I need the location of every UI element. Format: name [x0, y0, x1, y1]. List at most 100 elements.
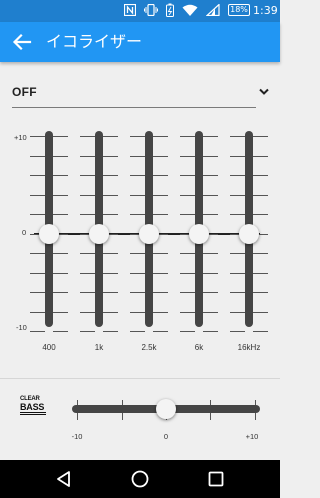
- eq-band-1[interactable]: 1k: [74, 116, 124, 366]
- eq-tick: [203, 136, 218, 137]
- stamina-icon: [166, 3, 174, 17]
- eq-tick: [103, 253, 118, 254]
- eq-tick: [80, 175, 95, 176]
- eq-tick: [253, 194, 268, 196]
- eq-tick: [53, 175, 68, 176]
- eq-tick: [153, 331, 168, 332]
- eq-tick: [80, 155, 95, 157]
- preset-selected-value: OFF: [12, 85, 37, 99]
- eq-tick: [153, 136, 168, 137]
- eq-tick: [53, 214, 68, 215]
- eq-tick: [153, 214, 168, 215]
- back-triangle-icon[interactable]: [54, 469, 74, 489]
- eq-tick: [203, 311, 218, 313]
- eq-tick: [180, 292, 195, 293]
- eq-tick: [253, 331, 268, 332]
- eq-tick: [180, 253, 195, 254]
- eq-slider-knob[interactable]: [89, 223, 109, 244]
- eq-tick: [30, 272, 45, 274]
- clock: 1:39: [253, 4, 278, 17]
- chevron-down-icon[interactable]: [258, 86, 270, 98]
- status-bar: 18% 1:39: [0, 0, 280, 22]
- eq-tick: [53, 331, 68, 332]
- preset-dropdown[interactable]: OFF: [12, 80, 256, 108]
- equalizer-panel: +10 0 -10 400 1k 2.5k 6k 16kHz: [0, 116, 280, 366]
- eq-tick: [253, 253, 268, 254]
- eq-tick: [80, 272, 95, 274]
- eq-slider-knob[interactable]: [139, 223, 159, 244]
- eq-tick: [203, 272, 218, 274]
- eq-tick: [230, 292, 245, 293]
- eq-tick: [153, 253, 168, 254]
- eq-band-0[interactable]: 400: [24, 116, 74, 366]
- divider: [0, 378, 280, 379]
- eq-tick: [203, 292, 218, 293]
- eq-tick: [80, 331, 95, 332]
- eq-tick: [180, 194, 195, 196]
- eq-tick: [30, 155, 45, 157]
- eq-tick: [53, 311, 68, 313]
- eq-tick: [80, 136, 95, 137]
- eq-tick: [53, 136, 68, 137]
- eq-tick: [253, 136, 268, 137]
- eq-slider-knob[interactable]: [39, 223, 59, 244]
- eq-tick: [53, 292, 68, 293]
- eq-tick: [180, 155, 195, 157]
- eq-tick: [230, 331, 245, 332]
- eq-tick: [103, 136, 118, 137]
- eq-tick: [103, 292, 118, 293]
- eq-tick: [30, 292, 45, 293]
- eq-tick: [153, 194, 168, 196]
- clear-bass-logo: CLEAR BASS: [20, 396, 48, 422]
- clear-bass-min-label: -10: [71, 432, 83, 441]
- eq-tick: [103, 194, 118, 196]
- clear-bass-logo-line2: BASS: [20, 403, 46, 415]
- eq-tick: [80, 214, 95, 215]
- recents-square-icon[interactable]: [206, 469, 226, 489]
- eq-band-4[interactable]: 16kHz: [224, 116, 274, 366]
- clear-bass-max-label: +10: [245, 432, 259, 441]
- eq-tick: [203, 331, 218, 332]
- eq-tick: [30, 175, 45, 176]
- eq-tick: [203, 155, 218, 157]
- eq-tick: [103, 155, 118, 157]
- eq-tick: [30, 194, 45, 196]
- eq-tick: [153, 292, 168, 293]
- eq-tick: [103, 272, 118, 274]
- eq-band-2[interactable]: 2.5k: [124, 116, 174, 366]
- eq-tick: [153, 272, 168, 274]
- eq-tick: [30, 311, 45, 313]
- eq-band-label: 2.5k: [141, 343, 157, 352]
- eq-tick: [153, 155, 168, 157]
- wifi-icon: [182, 4, 198, 16]
- eq-tick: [230, 175, 245, 176]
- signal-icon: [206, 4, 220, 16]
- eq-tick: [230, 214, 245, 215]
- eq-tick: [203, 194, 218, 196]
- eq-tick: [80, 311, 95, 313]
- eq-tick: [130, 253, 145, 254]
- home-circle-icon[interactable]: [130, 469, 150, 489]
- eq-tick: [153, 311, 168, 313]
- eq-tick: [180, 175, 195, 176]
- vibrate-icon: [144, 4, 158, 16]
- app-bar: イコライザー: [0, 22, 280, 62]
- eq-tick: [80, 194, 95, 196]
- eq-slider-knob[interactable]: [189, 223, 209, 244]
- eq-band-label: 6k: [194, 343, 204, 352]
- arrow-back-icon[interactable]: [8, 28, 36, 56]
- eq-tick: [53, 194, 68, 196]
- clear-bass-knob[interactable]: [156, 399, 176, 419]
- eq-tick: [53, 272, 68, 274]
- eq-tick: [130, 292, 145, 293]
- eq-tick: [230, 253, 245, 254]
- eq-tick: [253, 175, 268, 176]
- eq-tick: [130, 155, 145, 157]
- clear-bass-slider[interactable]: [68, 398, 264, 422]
- eq-tick: [253, 214, 268, 215]
- eq-band-3[interactable]: 6k: [174, 116, 224, 366]
- eq-tick: [180, 272, 195, 274]
- eq-tick: [30, 331, 45, 332]
- eq-tick: [130, 311, 145, 313]
- eq-slider-knob[interactable]: [239, 223, 259, 244]
